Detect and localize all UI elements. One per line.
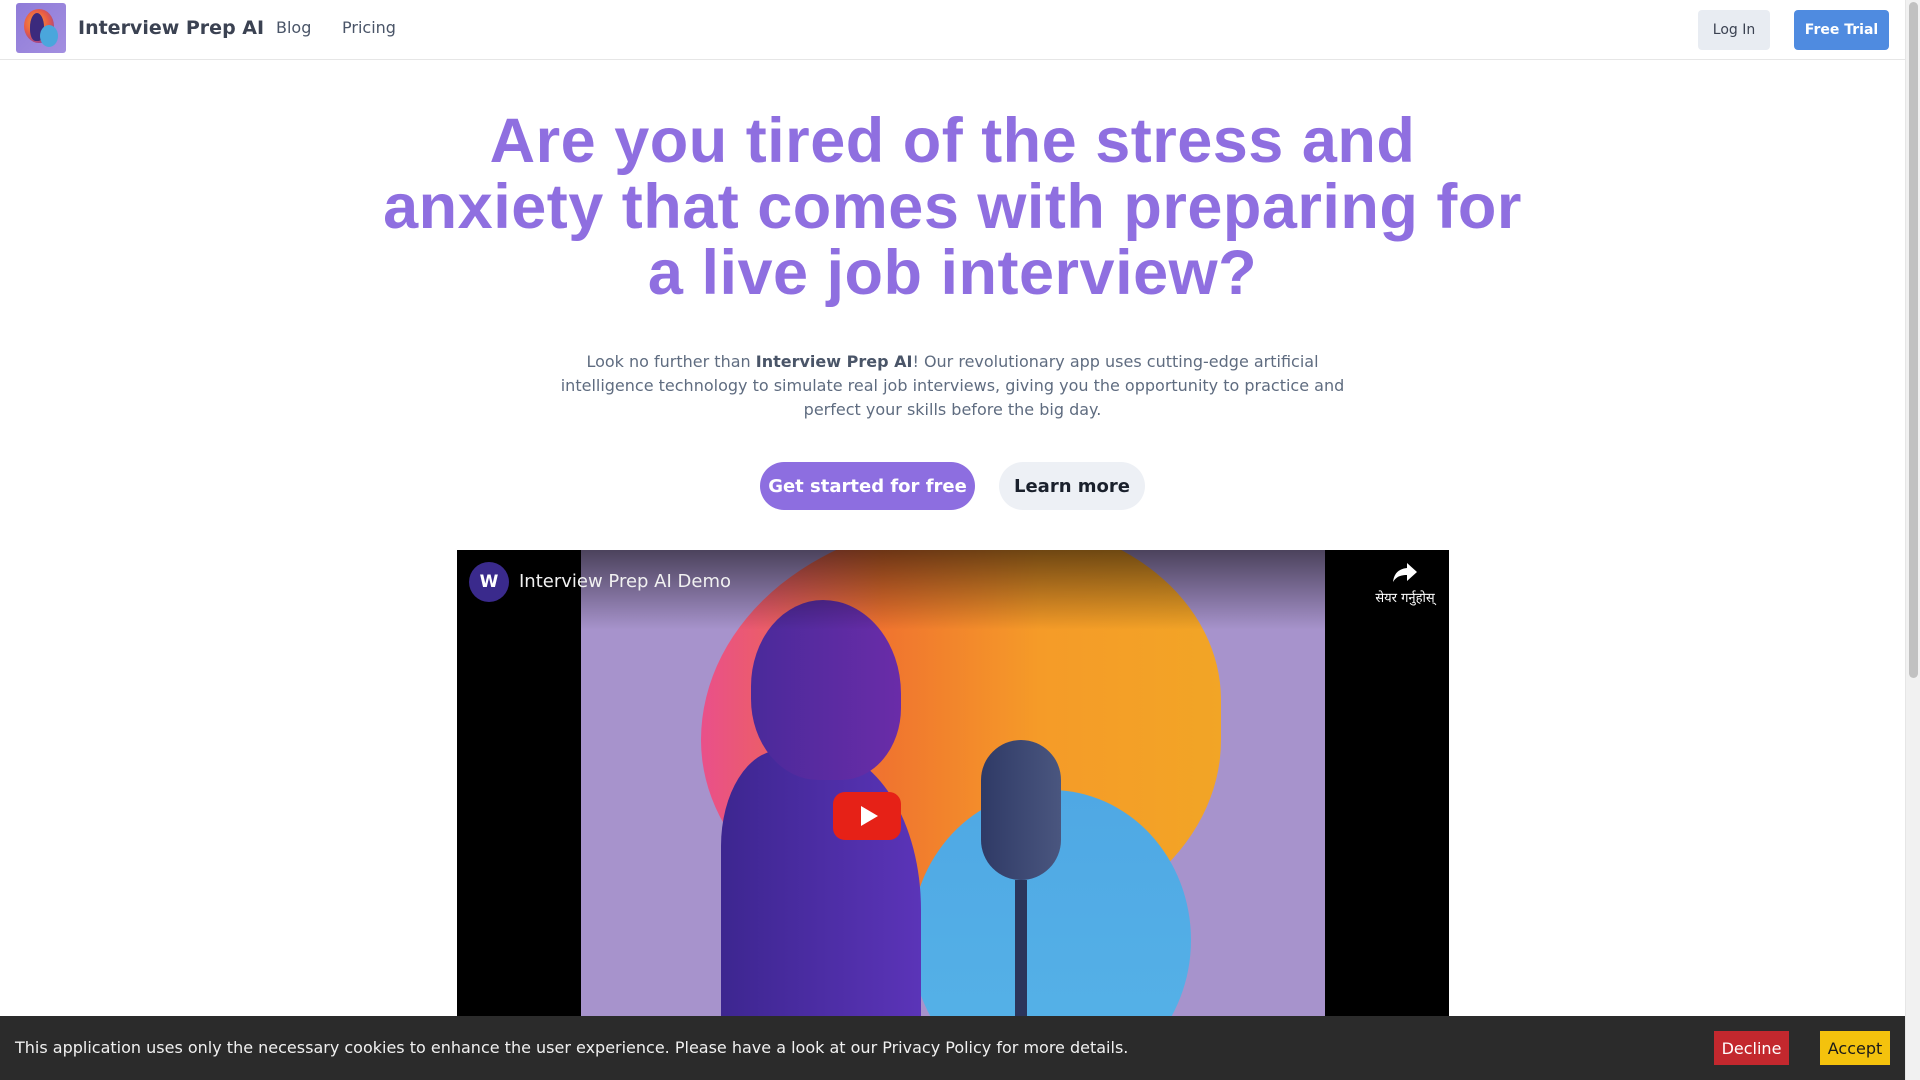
nav-link-blog[interactable]: Blog	[276, 18, 311, 37]
brand-name[interactable]: Interview Prep AI	[78, 17, 264, 39]
hero-headline: Are you tired of the stress and anxiety …	[383, 106, 1522, 308]
hero-description-brand: Interview Prep AI	[755, 352, 913, 371]
video-title[interactable]: Interview Prep AI Demo	[519, 571, 731, 592]
cookie-consent-bar: This application uses only the necessary…	[0, 1016, 1905, 1080]
share-icon	[1393, 563, 1417, 582]
accept-cookies-button[interactable]: Accept	[1820, 1031, 1890, 1065]
scrollbar-thumb[interactable]	[1909, 2, 1918, 678]
hero-description-lead: Look no further than	[586, 352, 756, 371]
hero-description: Look no further than Interview Prep AI! …	[560, 350, 1345, 422]
page-scrollbar[interactable]	[1905, 0, 1920, 1080]
play-button[interactable]	[833, 792, 901, 840]
learn-more-button[interactable]: Learn more	[999, 462, 1145, 510]
free-trial-button[interactable]: Free Trial	[1794, 10, 1889, 50]
share-label: सेयर गर्नुहोस्	[1375, 591, 1435, 606]
share-button[interactable]: सेयर गर्नुहोस्	[1367, 560, 1443, 606]
cookie-message: This application uses only the necessary…	[15, 1038, 1129, 1057]
play-icon	[860, 806, 878, 826]
get-started-button[interactable]: Get started for free	[760, 462, 975, 510]
channel-avatar[interactable]: W	[469, 562, 509, 602]
brand-logo[interactable]	[16, 3, 66, 53]
top-navbar: Interview Prep AI Blog Pricing Log In Fr…	[0, 0, 1905, 60]
login-button[interactable]: Log In	[1698, 10, 1770, 50]
nav-link-pricing[interactable]: Pricing	[342, 18, 396, 37]
decline-cookies-button[interactable]: Decline	[1714, 1031, 1789, 1065]
demo-video-player[interactable]: W Interview Prep AI Demo सेयर गर्नुहोस्	[457, 550, 1449, 1030]
